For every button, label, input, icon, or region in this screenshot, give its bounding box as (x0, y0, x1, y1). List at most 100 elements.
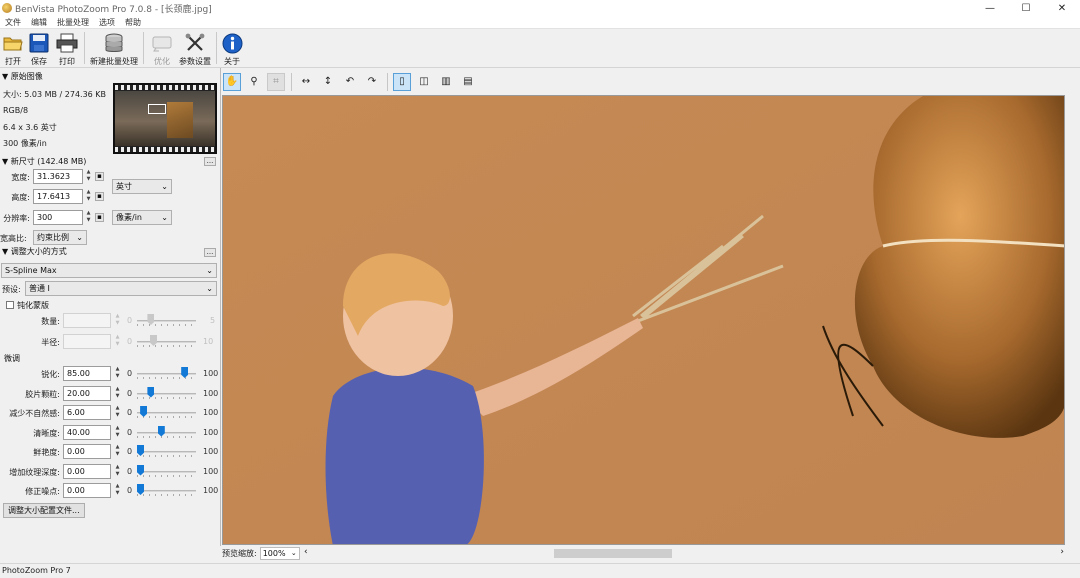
flip-vertical-button[interactable]: ↕ (319, 73, 337, 91)
resize-profile-button[interactable]: 调整大小配置文件... (3, 503, 85, 518)
vibrance-input[interactable]: 0.00 (63, 444, 111, 459)
scroll-right-icon[interactable]: › (1060, 547, 1064, 557)
pan-tool-button[interactable]: ✋ (223, 72, 241, 91)
noise-correction-input[interactable]: 0.00 (63, 483, 111, 498)
unsharp-1-min: 0 (127, 337, 133, 346)
film-grain-min: 0 (127, 388, 133, 398)
unsharp-0-spinner[interactable]: ▲ ▼ (113, 313, 122, 328)
rotate-left-button[interactable]: ↶ (341, 73, 359, 91)
aspect-select[interactable]: 约束比例 ⌄ (33, 230, 87, 245)
flip-horizontal-button[interactable]: ↔ (297, 73, 315, 91)
horizontal-scrollbar[interactable]: ‹ › (301, 547, 1066, 560)
unsharp-0-min: 0 (127, 316, 133, 325)
chevron-down-icon: ⌄ (161, 213, 168, 222)
resize-method-more-button[interactable]: ... (204, 248, 216, 257)
artifact-reduction-min: 0 (127, 408, 133, 417)
texture-depth-input[interactable]: 0.00 (63, 463, 111, 479)
side-by-side-view-button[interactable]: ▥ (437, 73, 455, 91)
width-spinner[interactable]: ▲ ▼ (84, 169, 93, 184)
toolbar-divider (84, 32, 85, 64)
new-size-section[interactable]: ▼ 新尺寸 (142.48 MB) (2, 156, 86, 167)
resolution-spinner[interactable]: ▲ ▼ (84, 210, 93, 225)
crop-tool-button[interactable]: ⌗ (267, 72, 285, 91)
artifact-reduction-spinner[interactable]: ▲ ▼ (113, 405, 122, 420)
artifact-reduction-slider[interactable] (137, 406, 196, 420)
rotate-right-button[interactable]: ↷ (363, 73, 381, 91)
unsharp-1-input[interactable] (63, 334, 111, 349)
film-grain-input[interactable]: 20.00 (63, 385, 111, 401)
unsharp-checkbox[interactable] (6, 301, 14, 309)
sharpness-input[interactable]: 85.00 (63, 366, 111, 381)
resize-method-section[interactable]: ▼ 调整大小的方式 (2, 246, 67, 257)
texture-depth-max: 100 (203, 466, 219, 476)
image-preview[interactable] (222, 95, 1065, 545)
resolution-menu-button[interactable]: ▪ (95, 213, 104, 222)
resolution-input[interactable]: 300 (33, 210, 83, 225)
original-mode-text: RGB/8 (3, 106, 29, 115)
split-view-button[interactable]: ◫ (415, 73, 433, 91)
texture-depth-spinner[interactable]: ▲ ▼ (113, 464, 122, 479)
algorithm-select[interactable]: S-Spline Max ⌄ (1, 263, 217, 278)
vertical-scrollbar[interactable] (1065, 95, 1080, 545)
menu-batch[interactable]: 批量处理 (52, 17, 94, 28)
size-unit-select[interactable]: 英寸 ⌄ (112, 179, 172, 194)
height-menu-button[interactable]: ▪ (95, 192, 104, 201)
menu-file[interactable]: 文件 (0, 17, 26, 28)
menu-help[interactable]: 帮助 (120, 17, 146, 28)
menu-edit[interactable]: 编辑 (26, 17, 52, 28)
chevron-down-icon: ⌄ (76, 233, 83, 242)
print-button[interactable]: 打印 (53, 29, 81, 67)
unsharp-0-slider[interactable] (137, 314, 196, 328)
preset-select[interactable]: 普通 I ⌄ (25, 281, 217, 296)
noise-correction-spinner[interactable]: ▲ ▼ (113, 483, 122, 498)
stacked-view-button[interactable]: ▤ (459, 73, 477, 91)
vibrance-spinner[interactable]: ▲ ▼ (113, 444, 122, 459)
width-input[interactable]: 31.3623 (33, 169, 83, 184)
unsharp-1-spinner[interactable]: ▲ ▼ (113, 334, 122, 349)
single-view-button[interactable]: ▯ (393, 72, 411, 91)
menu-options[interactable]: 选项 (94, 17, 120, 28)
artifact-reduction-input[interactable]: 6.00 (63, 405, 111, 420)
app-window: BenVista PhotoZoom Pro 7.0.8 - [长颈鹿.jpg]… (0, 0, 1080, 578)
close-button[interactable]: ✕ (1044, 0, 1080, 16)
minimize-button[interactable]: — (972, 0, 1008, 16)
sharpness-spinner[interactable]: ▲ ▼ (113, 366, 122, 381)
height-spinner[interactable]: ▲ ▼ (84, 189, 93, 204)
texture-depth-slider[interactable] (137, 464, 196, 479)
new-batch-button[interactable]: 新建批量处理 (88, 29, 140, 67)
navigator-viewport-box[interactable] (148, 104, 166, 114)
clarity-label: 清晰度: (33, 428, 60, 438)
zoom-select[interactable]: 100% ⌄ (259, 547, 300, 560)
film-grain-slider[interactable] (137, 386, 196, 401)
scroll-left-icon[interactable]: ‹ (304, 547, 308, 557)
chevron-down-icon: ⌄ (206, 266, 213, 275)
sharpness-slider[interactable] (137, 367, 196, 381)
original-image-section[interactable]: ▼ 原始图像 (2, 71, 43, 82)
vibrance-slider[interactable] (137, 445, 196, 459)
resolution-unit-select[interactable]: 像素/in ⌄ (112, 210, 172, 225)
maximize-button[interactable]: ☐ (1008, 0, 1044, 16)
width-menu-button[interactable]: ▪ (95, 172, 104, 181)
navigator-thumbnail[interactable] (113, 83, 217, 154)
zoom-tool-button[interactable]: ⚲ (245, 73, 263, 91)
sharpness-label: 锐化: (41, 370, 60, 379)
optimize-button[interactable]: 优化 (147, 29, 177, 67)
save-button[interactable]: 保存 (25, 29, 53, 67)
clarity-input[interactable]: 40.00 (63, 424, 111, 440)
split-view-icon: ◫ (419, 76, 429, 87)
clarity-slider[interactable] (137, 425, 196, 440)
unsharp-1-slider[interactable] (137, 335, 196, 349)
film-grain-spinner[interactable]: ▲ ▼ (113, 386, 122, 401)
open-button[interactable]: 打开 (1, 29, 25, 67)
about-button[interactable]: 关于 (220, 29, 244, 67)
clarity-spinner[interactable]: ▲ ▼ (113, 425, 122, 440)
original-dimensions-text: 6.4 x 3.6 英寸 (3, 123, 57, 132)
single-view-icon: ▯ (399, 76, 405, 87)
new-size-more-button[interactable]: ... (204, 157, 216, 166)
height-input[interactable]: 17.6413 (33, 189, 83, 204)
noise-correction-slider[interactable] (137, 484, 196, 498)
unsharp-0-input[interactable] (63, 313, 111, 328)
horizontal-scroll-thumb[interactable] (554, 549, 672, 558)
preset-label: 预设: (2, 285, 21, 294)
settings-button[interactable]: 参数设置 (177, 29, 213, 67)
